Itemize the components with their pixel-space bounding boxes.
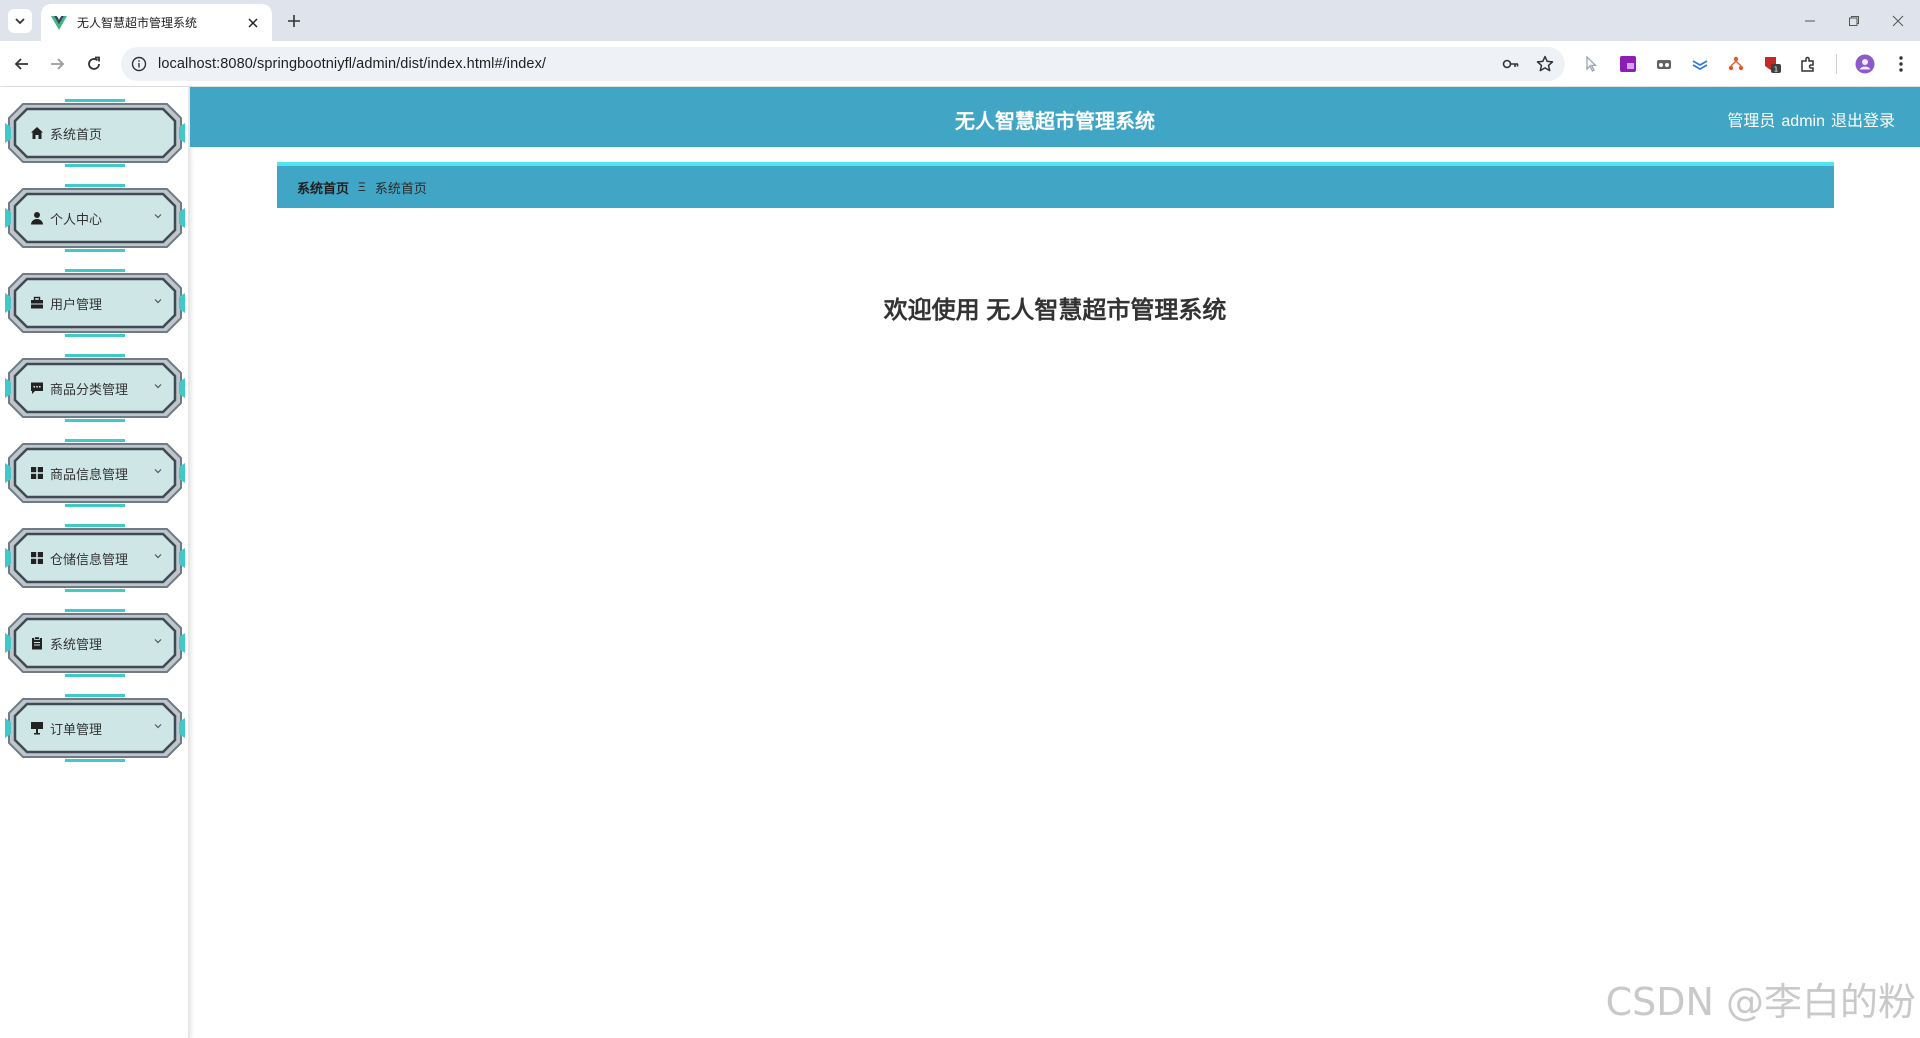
minimize-button[interactable]	[1788, 0, 1832, 41]
app-header: 无人智慧超市管理系统 管理员 admin 退出登录	[190, 87, 1920, 147]
forward-button[interactable]	[45, 52, 69, 76]
extensions-row: 1	[1580, 52, 1913, 76]
reload-button[interactable]	[82, 52, 106, 76]
sidebar-item-order-management[interactable]: 订单管理	[5, 694, 185, 762]
puzzle-icon[interactable]	[1796, 52, 1820, 76]
chevron-down-icon	[154, 554, 162, 559]
glasses-extension-icon[interactable]	[1652, 52, 1676, 76]
key-icon[interactable]	[1501, 54, 1521, 79]
restore-button[interactable]	[1832, 0, 1876, 41]
logout-link[interactable]: 退出登录	[1831, 113, 1895, 130]
new-tab-button[interactable]	[282, 9, 306, 33]
sign-icon	[29, 720, 45, 736]
breadcrumb-separator: Ξ	[358, 180, 366, 194]
breadcrumb: 系统首页 Ξ 系统首页	[277, 162, 1834, 208]
sidebar-item-label: 个人中心	[50, 211, 103, 227]
close-icon	[248, 17, 258, 28]
site-info-icon[interactable]	[130, 55, 148, 73]
message-icon	[29, 380, 45, 396]
tab-title: 无人智慧超市管理系统	[77, 16, 198, 30]
user-role: 管理员	[1727, 113, 1776, 130]
sidebar-item-label: 系统管理	[50, 636, 103, 652]
sidebar-item-category-management[interactable]: 商品分类管理	[5, 354, 185, 422]
sidebar-item-label: 商品信息管理	[50, 466, 129, 482]
browser-tab-strip: 无人智慧超市管理系统	[0, 0, 1920, 41]
user-icon	[29, 210, 45, 226]
sidebar-item-label: 商品分类管理	[50, 381, 129, 397]
address-bar[interactable]: localhost:8080/springbootniyfl/admin/dis…	[121, 47, 1565, 81]
layers-extension-icon[interactable]	[1688, 52, 1712, 76]
home-icon	[29, 125, 45, 141]
sidebar: 系统首页 个人中心 用户管理 商品分类管理 商品信息管理 仓储信息管理 系统管理…	[0, 87, 190, 1038]
vue-logo-icon	[51, 15, 67, 30]
shield-extension-icon[interactable]: 1	[1760, 52, 1784, 76]
watermark-text: CSDN @李白的粉	[1605, 980, 1916, 1024]
grid-icon	[29, 550, 45, 566]
profile-avatar[interactable]	[1853, 52, 1877, 76]
clipboard-icon	[29, 635, 45, 651]
welcome-heading: 欢迎使用 无人智慧超市管理系统	[883, 297, 1227, 324]
window-controls	[1788, 0, 1920, 41]
window-close-button[interactable]	[1876, 0, 1920, 41]
star-icon[interactable]	[1535, 54, 1555, 79]
browser-toolbar: localhost:8080/springbootniyfl/admin/dis…	[0, 41, 1920, 87]
breadcrumb-current: 系统首页	[374, 180, 427, 196]
more-menu-icon[interactable]	[1889, 52, 1913, 76]
browser-tab[interactable]: 无人智慧超市管理系统	[41, 4, 272, 41]
app-title: 无人智慧超市管理系统	[955, 111, 1155, 133]
sidebar-item-product-management[interactable]: 商品信息管理	[5, 439, 185, 507]
username: admin	[1781, 113, 1825, 130]
chevron-down-icon	[154, 469, 162, 474]
sidebar-item-label: 订单管理	[50, 721, 103, 737]
header-user-area: 管理员 admin 退出登录	[1721, 107, 1895, 131]
grid-icon	[29, 465, 45, 481]
chevron-down-icon	[154, 639, 162, 644]
php-extension-icon[interactable]	[1616, 52, 1640, 76]
chevron-down-icon	[154, 299, 162, 304]
svg-text:1: 1	[1774, 66, 1778, 74]
sidebar-item-warehouse-management[interactable]: 仓储信息管理	[5, 524, 185, 592]
minimize-icon	[1805, 20, 1815, 21]
tab-close-button[interactable]	[244, 14, 262, 32]
app-root: 系统首页 个人中心 用户管理 商品分类管理 商品信息管理 仓储信息管理 系统管理…	[0, 87, 1920, 1038]
url-text: localhost:8080/springbootniyfl/admin/dis…	[158, 56, 547, 72]
network-extension-icon[interactable]	[1724, 52, 1748, 76]
arrow-right-icon	[51, 58, 65, 70]
plus-icon	[288, 15, 300, 27]
sidebar-item-personal-center[interactable]: 个人中心	[5, 184, 185, 252]
arrow-left-icon	[14, 58, 28, 70]
restore-icon	[1849, 15, 1859, 26]
sidebar-item-user-management[interactable]: 用户管理	[5, 269, 185, 337]
breadcrumb-home-link[interactable]: 系统首页	[297, 178, 349, 197]
sidebar-item-system-management[interactable]: 系统管理	[5, 609, 185, 677]
reload-icon	[88, 56, 100, 70]
cursor-extension-icon[interactable]	[1580, 52, 1604, 76]
briefcase-icon	[29, 295, 45, 311]
sidebar-item-label: 系统首页	[50, 126, 103, 142]
sidebar-item-label: 仓储信息管理	[50, 551, 129, 567]
chevron-down-icon	[15, 18, 25, 25]
chevron-down-icon	[154, 384, 162, 389]
chevron-down-icon	[154, 724, 162, 729]
back-button[interactable]	[10, 52, 34, 76]
tab-search-button[interactable]	[8, 9, 32, 33]
sidebar-item-label: 用户管理	[50, 296, 103, 312]
chevron-down-icon	[154, 214, 162, 219]
sidebar-item-home[interactable]: 系统首页	[5, 99, 185, 167]
close-icon	[1892, 15, 1904, 26]
